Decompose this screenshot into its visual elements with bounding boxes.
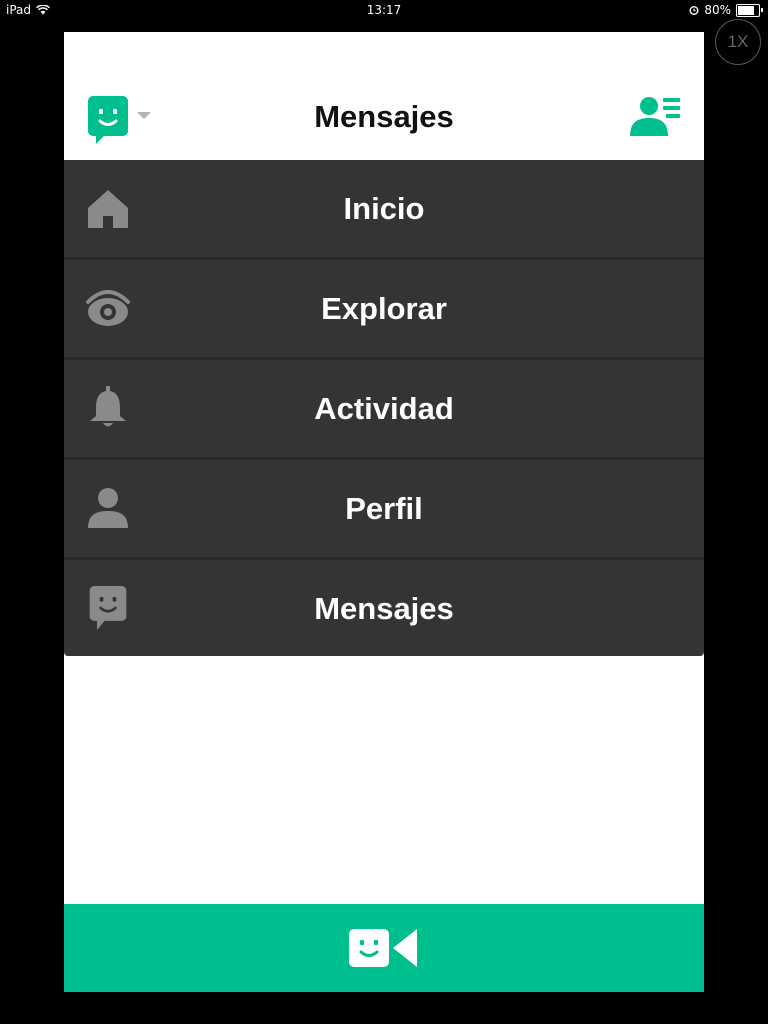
status-right: 80% [689, 3, 763, 17]
menu-item-explorar[interactable]: Explorar [64, 260, 704, 360]
status-bar: iPad 13:17 80% [0, 0, 768, 20]
alarm-icon [689, 6, 699, 15]
smiley-speech-bubble-icon [89, 586, 127, 630]
bell-icon [90, 386, 126, 427]
video-camera-smiley-icon [349, 929, 417, 967]
menu-item-label: Perfil [345, 490, 423, 526]
menu-item-label: Actividad [314, 390, 454, 426]
menu-item-label: Mensajes [314, 590, 454, 626]
menu-item-inicio[interactable]: Inicio [64, 160, 704, 260]
menu-item-label: Inicio [343, 190, 425, 226]
status-time: 13:17 [366, 3, 402, 17]
contacts-list-icon[interactable] [630, 96, 682, 136]
menu-item-perfil[interactable]: Perfil [64, 460, 704, 560]
page-title: Mensajes [314, 99, 454, 134]
battery-icon [736, 3, 763, 17]
record-video-bar[interactable] [64, 904, 704, 992]
header: Mensajes [64, 32, 704, 160]
battery-percent: 80% [704, 3, 731, 17]
battery-level-fill [738, 5, 754, 15]
person-icon [88, 488, 128, 528]
zoom-badge[interactable]: 1X [715, 19, 761, 65]
menu-item-actividad[interactable]: Actividad [64, 360, 704, 460]
menu-item-mensajes[interactable]: Mensajes [64, 560, 704, 657]
home-icon [88, 190, 128, 228]
navigation-menu: Inicio Explorar Actividad Perfil Mensaje… [64, 160, 704, 656]
eye-icon [86, 290, 130, 326]
menu-item-label: Explorar [321, 290, 447, 326]
app-window: Mensajes Inicio Explorar Actividad Perfi… [64, 32, 704, 992]
